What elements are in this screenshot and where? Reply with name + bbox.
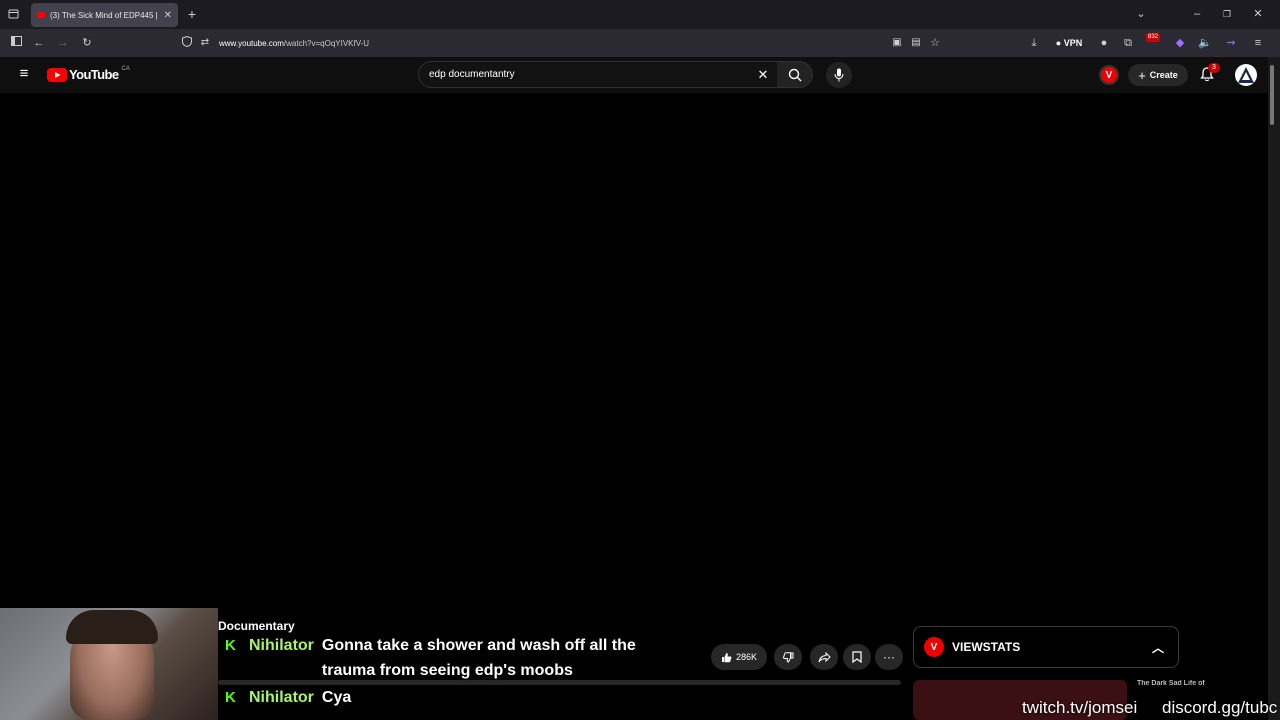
- extension-purple-icon[interactable]: ⇝: [1224, 36, 1238, 50]
- extension-diamond-icon[interactable]: ◆: [1173, 36, 1187, 50]
- save-button[interactable]: [843, 644, 871, 670]
- forward-icon[interactable]: →: [57, 36, 69, 50]
- vpn-label: VPN: [1063, 38, 1083, 48]
- scrollbar-thumb[interactable]: [1270, 65, 1274, 125]
- youtube-logo[interactable]: YouTube CA: [47, 65, 130, 82]
- restore-icon[interactable]: ❐: [1220, 7, 1234, 21]
- reload-icon[interactable]: ↻: [81, 36, 93, 50]
- share-button[interactable]: [810, 644, 838, 670]
- bookmark-star-icon[interactable]: ☆: [928, 36, 942, 50]
- reader-mode-icon[interactable]: ▤: [909, 36, 923, 50]
- tab-overview-icon[interactable]: [7, 8, 19, 23]
- more-dots-icon: ···: [883, 650, 895, 664]
- viewstats-badge-letter: V: [1105, 69, 1113, 81]
- plus-icon: +: [1138, 67, 1146, 83]
- dislike-button[interactable]: [774, 644, 802, 670]
- tab-title: (3) The Sick Mind of EDP445 | D: [50, 10, 160, 20]
- tab-list-chevron-icon[interactable]: ⌄: [1135, 7, 1147, 21]
- window-close-icon[interactable]: ✕: [1251, 7, 1265, 21]
- vpn-button[interactable]: ● VPN: [1052, 36, 1086, 50]
- kick-badge-icon: K: [225, 689, 236, 706]
- thumbs-up-icon: [721, 652, 732, 662]
- browser-tab-active[interactable]: (3) The Sick Mind of EDP445 | D ✕: [31, 3, 178, 27]
- kick-badge-icon: K: [225, 637, 236, 654]
- permissions-icon[interactable]: ⇄: [199, 36, 211, 50]
- related-video-title[interactable]: The Dark Sad Life of: [1137, 680, 1205, 687]
- viewstats-panel[interactable]: V VIEWSTATS ︿: [913, 626, 1179, 668]
- clear-search-icon[interactable]: ✕: [756, 68, 770, 82]
- like-count: 286K: [735, 652, 758, 662]
- youtube-play-logo-icon: [47, 67, 67, 82]
- tab-close-icon[interactable]: ✕: [164, 10, 172, 21]
- bookmark-icon: [852, 651, 862, 663]
- webcam-overlay: [0, 608, 218, 720]
- viewstats-label: VIEWSTATS: [952, 640, 1021, 654]
- share-arrow-icon: [818, 651, 831, 662]
- speaker-icon[interactable]: 🔈: [1198, 36, 1212, 50]
- notification-count: 3: [1208, 63, 1220, 73]
- download-icon[interactable]: ⤓: [1027, 36, 1041, 50]
- youtube-favicon-icon: [37, 12, 45, 18]
- guide-menu-icon[interactable]: ≡: [16, 66, 32, 81]
- microphone-icon: [834, 68, 844, 82]
- chevron-up-icon[interactable]: ︿: [1152, 639, 1164, 656]
- back-icon[interactable]: ←: [33, 36, 45, 50]
- minimize-icon[interactable]: –: [1190, 7, 1204, 21]
- chat-text: Gonna take a shower and wash off all the…: [321, 637, 636, 679]
- more-actions-button[interactable]: ···: [875, 644, 903, 670]
- search-input[interactable]: edp documentantry ✕: [418, 61, 778, 88]
- create-button[interactable]: + Create: [1128, 64, 1188, 86]
- url-path: /watch?v=qOqYIVKfV-U: [283, 38, 370, 48]
- extension-circle-icon[interactable]: ●: [1097, 36, 1111, 50]
- search-button[interactable]: [777, 61, 813, 88]
- search-icon: [788, 68, 801, 81]
- menu-hamburger-icon[interactable]: ≡: [1251, 36, 1265, 50]
- viewstats-extension-button[interactable]: V: [1099, 65, 1119, 85]
- discord-link-overlay: discord.gg/tubc: [1162, 698, 1278, 717]
- twitch-link-overlay: twitch.tv/jomsei: [1022, 698, 1138, 717]
- avatar[interactable]: [1235, 64, 1257, 86]
- new-tab-icon[interactable]: +: [186, 7, 198, 21]
- viewstats-logo: V: [924, 637, 944, 657]
- address-bar[interactable]: ⇄ www.youtube.com/watch?v=qOqYIVKfV-U: [175, 32, 950, 54]
- page-scrollbar[interactable]: [1268, 57, 1280, 720]
- picture-in-picture-icon[interactable]: ▣: [890, 36, 904, 50]
- youtube-header: ≡ YouTube CA edp documentantry ✕ V + Cre…: [0, 57, 1268, 93]
- thumbs-down-icon: [782, 651, 793, 663]
- chat-username: Nihilator: [249, 689, 314, 706]
- browser-nav-bar: ← → ↻ ⇄ www.youtube.com/watch?v=qOqYIVKf…: [0, 29, 1280, 57]
- voice-search-button[interactable]: [826, 62, 852, 88]
- extension-badge[interactable]: 832: [1146, 33, 1160, 42]
- notifications-button[interactable]: 3: [1200, 63, 1220, 83]
- chat-text: Cya: [321, 689, 352, 706]
- browser-tab-bar: (3) The Sick Mind of EDP445 | D ✕ + ⌄ – …: [0, 0, 1280, 29]
- like-button[interactable]: 286K: [711, 644, 767, 670]
- region-code: CA: [121, 65, 130, 72]
- streamer-hair: [66, 610, 158, 644]
- url-domain: www.youtube.com: [219, 38, 284, 48]
- video-category-label: Documentary: [218, 619, 295, 633]
- youtube-logo-text: YouTube: [69, 67, 119, 82]
- chat-message: K Nihilator Cya: [222, 685, 652, 710]
- sidebar-toggle-icon[interactable]: [10, 36, 22, 50]
- create-label: Create: [1149, 70, 1178, 80]
- shield-icon[interactable]: [181, 35, 193, 51]
- extensions-puzzle-icon[interactable]: ⧉: [1121, 36, 1135, 50]
- chat-username: Nihilator: [249, 637, 314, 654]
- video-player[interactable]: [0, 93, 1268, 608]
- chat-message: K Nihilator Gonna take a shower and wash…: [222, 633, 652, 683]
- search-query: edp documentantry: [429, 69, 515, 80]
